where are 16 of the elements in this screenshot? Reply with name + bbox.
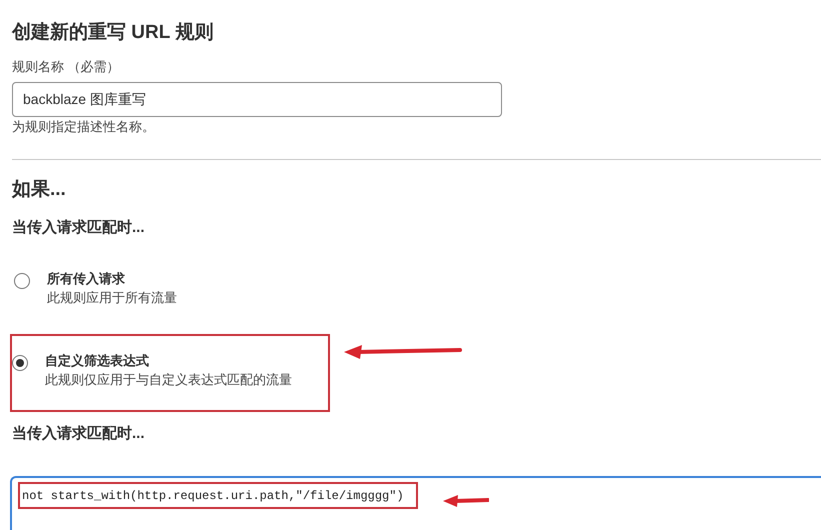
option-label[interactable]: 自定义筛选表达式: [45, 352, 292, 370]
expression-text: not starts_with(http.request.uri.path,"/file/imgggg"): [22, 488, 404, 502]
subheading: 当传入请求匹配时...: [12, 424, 146, 444]
annotation-arrow: [443, 494, 489, 508]
section-heading: 如果...: [12, 178, 67, 202]
rule-name-field[interactable]: backblaze 图库重写: [12, 82, 502, 117]
expression-field[interactable]: not starts_with(http.request.uri.path,"/file/imgggg"): [10, 476, 821, 530]
option-description: 此规则仅应用于与自定义表达式匹配的流量: [45, 371, 292, 389]
radio-button[interactable]: [12, 355, 28, 371]
field-hint: 为规则指定描述性名称。: [12, 119, 156, 135]
radio-button[interactable]: [14, 273, 30, 289]
field-label: 规则名称 （必需）: [12, 59, 121, 75]
page-title: 创建新的重写 URL 规则: [12, 20, 214, 45]
subheading: 当传入请求匹配时...: [12, 218, 146, 238]
option-description: 此规则应用于所有流量: [47, 289, 177, 307]
option-label[interactable]: 所有传入请求: [47, 270, 177, 288]
